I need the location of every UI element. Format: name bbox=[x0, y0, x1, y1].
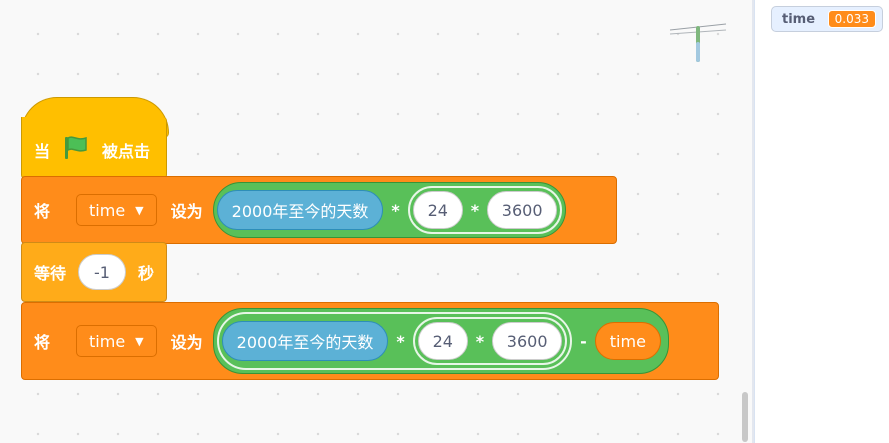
set-variable-block-1[interactable]: 将 time ▼ 设为 2000年至今的天数 * 24 * 3600 bbox=[21, 176, 617, 244]
wait-seconds-input[interactable]: -1 bbox=[78, 254, 127, 290]
variable-dropdown[interactable]: time ▼ bbox=[76, 194, 157, 226]
number-input[interactable]: 3600 bbox=[487, 191, 558, 229]
number-input[interactable]: 24 bbox=[412, 191, 463, 229]
set-prefix: 将 bbox=[34, 202, 51, 221]
monitor-value: 0.033 bbox=[827, 10, 876, 28]
multiply-operator[interactable]: 2000年至今的天数 * 24 * 3600 bbox=[216, 312, 573, 370]
wait-block[interactable]: 等待 -1 秒 bbox=[21, 242, 167, 302]
operator-symbol: - bbox=[580, 331, 587, 351]
dropdown-value: time bbox=[89, 200, 126, 220]
set-to-label: 设为 bbox=[170, 202, 203, 221]
hat-suffix: 被点击 bbox=[102, 141, 151, 161]
chevron-down-icon: ▼ bbox=[135, 334, 144, 348]
time-variable-reporter[interactable]: time bbox=[594, 322, 661, 360]
stage-area[interactable] bbox=[754, 0, 889, 443]
monitor-label: time bbox=[782, 11, 816, 27]
green-flag-icon bbox=[62, 135, 90, 165]
dropdown-value: time bbox=[89, 331, 126, 351]
multiply-operator[interactable]: 2000年至今的天数 * 24 * 3600 bbox=[212, 182, 567, 238]
set-prefix: 将 bbox=[34, 333, 51, 352]
operator-symbol: * bbox=[470, 200, 480, 220]
days-since-2000-reporter[interactable]: 2000年至今的天数 bbox=[221, 321, 389, 361]
days-since-2000-reporter[interactable]: 2000年至今的天数 bbox=[216, 190, 384, 230]
variable-dropdown[interactable]: time ▼ bbox=[76, 325, 157, 357]
subtract-operator[interactable]: 2000年至今的天数 * 24 * 3600 - time bbox=[212, 308, 669, 374]
operator-symbol: * bbox=[396, 331, 405, 351]
multiply-operator-inner[interactable]: 24 * 3600 bbox=[407, 186, 563, 234]
dragonfly-sprite-icon bbox=[669, 23, 727, 62]
operator-symbol: * bbox=[391, 200, 400, 220]
multiply-operator-inner[interactable]: 24 * 3600 bbox=[412, 317, 568, 365]
set-to-label: 设为 bbox=[170, 333, 203, 352]
hat-prefix: 当 bbox=[34, 141, 51, 161]
variable-monitor-time[interactable]: time 0.033 bbox=[771, 6, 883, 32]
wait-suffix: 秒 bbox=[138, 264, 155, 283]
wait-prefix: 等待 bbox=[34, 264, 67, 283]
chevron-down-icon: ▼ bbox=[135, 203, 144, 217]
vertical-scrollbar[interactable] bbox=[742, 392, 748, 442]
set-variable-block-2[interactable]: 将 time ▼ 设为 2000年至今的天数 * 24 * 3600 - tim… bbox=[21, 302, 719, 380]
number-input[interactable]: 24 bbox=[417, 322, 468, 360]
operator-symbol: * bbox=[475, 331, 485, 351]
number-input[interactable]: 3600 bbox=[492, 322, 563, 360]
when-flag-clicked-block[interactable]: 当 被点击 bbox=[21, 117, 167, 179]
